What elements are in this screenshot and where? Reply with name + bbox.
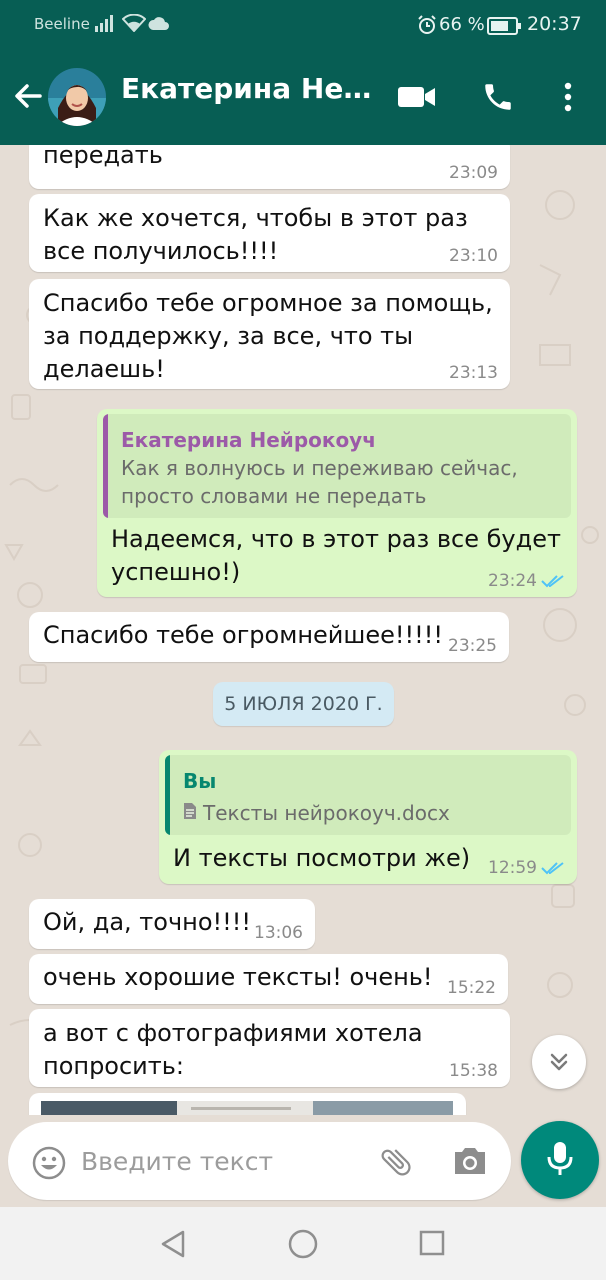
camera-icon[interactable] — [452, 1146, 488, 1180]
message-text: Спасибо тебе огромное за помощь, за подд… — [43, 289, 493, 383]
message-incoming[interactable]: передать 23:09 — [29, 145, 510, 189]
chat-area[interactable]: передать 23:09 Как же хочется, чтобы в э… — [0, 145, 606, 1115]
message-input-container — [8, 1122, 511, 1200]
message-text: Ой, да, точно!!!! — [43, 908, 252, 936]
quote-author: Вы — [183, 769, 217, 793]
voice-record-button[interactable] — [521, 1121, 599, 1199]
message-incoming[interactable]: Как же хочется, чтобы в этот раз все пол… — [29, 194, 510, 272]
phone-icon[interactable] — [481, 80, 515, 118]
emoji-icon[interactable] — [32, 1146, 66, 1184]
composer — [0, 1115, 606, 1207]
quote-bar — [103, 414, 108, 518]
attach-icon[interactable] — [378, 1144, 414, 1184]
double-chevron-down-icon — [550, 1053, 568, 1071]
message-time: 15:38 — [449, 1061, 498, 1081]
quote-text: Тексты нейрокоуч.docx — [203, 801, 450, 825]
message-image[interactable] — [29, 1093, 466, 1115]
read-ticks-icon — [541, 862, 564, 875]
back-arrow-icon[interactable] — [12, 80, 44, 112]
cloud-icon — [148, 16, 170, 35]
date-separator: 5 ИЮЛЯ 2020 Г. — [213, 682, 394, 726]
system-nav-bar — [0, 1207, 606, 1280]
message-text: а вот с фотографиями хотела попросить: — [43, 1019, 423, 1080]
message-incoming[interactable]: Спасибо тебе огромнейшее!!!!! 23:25 — [29, 612, 509, 662]
message-incoming[interactable]: очень хорошие тексты! очень! 15:22 — [29, 954, 508, 1004]
message-text: очень хорошие тексты! очень! — [43, 963, 433, 991]
message-time: 13:06 — [254, 923, 303, 943]
nav-home-icon[interactable] — [287, 1228, 319, 1264]
message-text: Спасибо тебе огромнейшее!!!!! — [43, 621, 443, 649]
quote-author: Екатерина Нейрокоуч — [121, 428, 376, 452]
avatar[interactable] — [48, 68, 106, 126]
message-time: 23:24 — [488, 571, 537, 591]
message-text: передать — [43, 145, 163, 169]
message-input[interactable] — [81, 1138, 371, 1184]
message-text: И тексты посмотри же) — [173, 844, 471, 872]
message-time: 23:25 — [448, 636, 497, 656]
status-time: 20:37 — [527, 13, 582, 35]
quote-bar — [165, 755, 170, 835]
message-time: 23:13 — [449, 363, 498, 383]
message-incoming[interactable]: а вот с фотографиями хотела попросить: 1… — [29, 1009, 510, 1087]
microphone-icon — [546, 1141, 574, 1181]
contact-name[interactable]: Екатерина Нейрокоуч — [121, 72, 383, 105]
signal-icon — [95, 14, 117, 36]
more-vert-icon[interactable] — [562, 82, 574, 116]
message-time: 23:09 — [449, 163, 498, 183]
message-time: 15:22 — [447, 978, 496, 998]
message-time: 12:59 — [488, 858, 537, 878]
photo-thumbnail — [41, 1101, 453, 1115]
reply-quote[interactable]: Екатерина Нейрокоуч Как я волнуюсь и пер… — [103, 414, 571, 518]
message-text: Как же хочется, чтобы в этот раз все пол… — [43, 204, 468, 265]
message-outgoing[interactable]: Екатерина Нейрокоуч Как я волнуюсь и пер… — [97, 409, 577, 597]
video-call-icon[interactable] — [398, 84, 436, 114]
message-outgoing[interactable]: Вы Тексты нейрокоуч.docx И тексты посмот… — [159, 750, 577, 884]
message-incoming[interactable]: Спасибо тебе огромное за помощь, за подд… — [29, 279, 510, 389]
document-icon — [184, 803, 196, 819]
scroll-to-bottom-button[interactable] — [532, 1035, 586, 1089]
read-ticks-icon — [541, 575, 564, 588]
message-time: 23:10 — [449, 246, 498, 266]
status-bar: Beeline 66 % 20:37 — [0, 0, 606, 50]
nav-recents-icon[interactable] — [419, 1230, 445, 1260]
quote-text: Как я волнуюсь и переживаю сейчас, прост… — [121, 456, 518, 508]
reply-quote[interactable]: Вы Тексты нейрокоуч.docx — [165, 755, 571, 835]
chat-header: Екатерина Нейрокоуч — [0, 50, 606, 145]
nav-back-icon[interactable] — [159, 1229, 187, 1263]
carrier-label: Beeline — [34, 15, 90, 33]
wifi-icon — [121, 13, 147, 36]
message-incoming[interactable]: Ой, да, точно!!!! 13:06 — [29, 899, 315, 949]
alarm-icon — [417, 15, 437, 39]
battery-icon — [487, 17, 521, 39]
battery-percent: 66 % — [439, 14, 485, 35]
